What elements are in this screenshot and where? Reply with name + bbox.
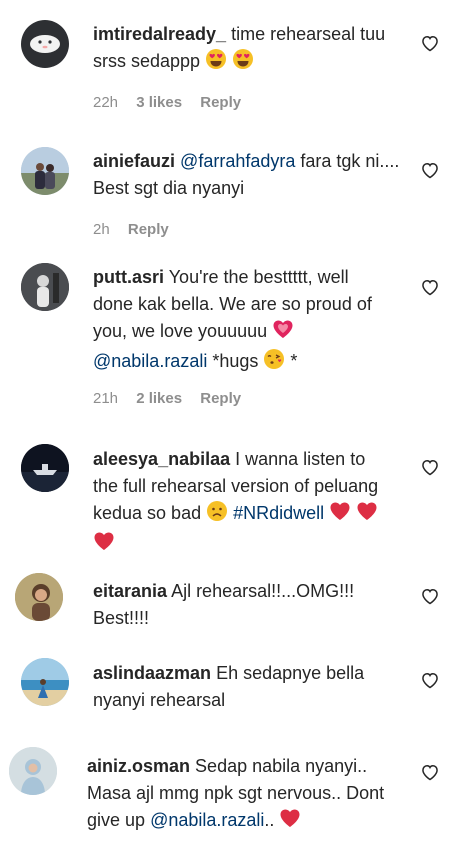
comment-time: 22h: [93, 94, 119, 111]
sad-face-emoji-icon: [206, 500, 228, 530]
like-heart-icon[interactable]: [420, 586, 440, 606]
avatar[interactable]: [21, 444, 69, 492]
comment-item: ainiefauzi @farrahfadyra fara tgk ni....…: [0, 130, 472, 250]
comment-item: ainiz.osman Sedap nabila nyanyi.. Masa a…: [0, 740, 472, 852]
like-heart-icon[interactable]: [420, 33, 440, 53]
avatar[interactable]: [21, 658, 69, 706]
like-heart-icon[interactable]: [420, 670, 440, 690]
comment-body: aleesya_nabilaa I wanna listen to the fu…: [93, 446, 393, 560]
comment-time: 2h: [93, 221, 110, 238]
comment-username[interactable]: ainiefauzi: [93, 151, 175, 171]
portrait-avatar-icon: [21, 263, 69, 311]
comment-mention[interactable]: @nabila.razali: [150, 810, 264, 830]
comment-username[interactable]: ainiz.osman: [87, 756, 190, 776]
reply-button[interactable]: Reply: [200, 94, 241, 111]
red-heart-emoji-icon: [356, 500, 378, 530]
comment-meta: 2h Reply: [93, 221, 183, 238]
comment-item: aleesya_nabilaa I wanna listen to the fu…: [0, 430, 472, 560]
ghost-avatar-icon: [30, 35, 60, 53]
girl-avatar-icon: [15, 573, 63, 621]
comment-mention[interactable]: @nabila.razali: [93, 351, 207, 371]
kissing-face-emoji-icon: [263, 348, 285, 378]
heart-eyes-emoji-icon: [205, 48, 227, 78]
avatar[interactable]: [21, 20, 69, 68]
comment-body: putt.asri You're the besttttt, well done…: [93, 264, 393, 378]
comment-text: *hugs: [212, 351, 259, 371]
hijab-avatar-icon: [9, 747, 57, 795]
avatar[interactable]: [21, 263, 69, 311]
comment-likes[interactable]: 2 likes: [136, 390, 182, 407]
boat-avatar-icon: [21, 444, 69, 492]
couple-avatar-icon: [21, 147, 69, 195]
comment-likes[interactable]: 3 likes: [136, 94, 182, 111]
like-heart-icon[interactable]: [420, 457, 440, 477]
avatar[interactable]: [21, 147, 69, 195]
reply-button[interactable]: Reply: [128, 221, 169, 238]
comment-item: aslindaazman Eh sedapnye bella nyanyi re…: [0, 650, 472, 740]
growing-heart-emoji-icon: [272, 318, 294, 348]
comment-text: *: [290, 351, 298, 371]
avatar[interactable]: [9, 747, 57, 795]
red-heart-emoji-icon: [329, 500, 351, 530]
like-heart-icon[interactable]: [420, 160, 440, 180]
comment-item: eitarania Ajl rehearsal!!...OMG!!! Best!…: [0, 560, 472, 650]
comment-username[interactable]: aleesya_nabilaa: [93, 449, 230, 469]
like-heart-icon[interactable]: [420, 277, 440, 297]
comment-username[interactable]: putt.asri: [93, 267, 164, 287]
comment-mention[interactable]: @farrahfadyra: [180, 151, 295, 171]
comment-username[interactable]: imtiredalready_: [93, 24, 226, 44]
comment-username[interactable]: aslindaazman: [93, 663, 211, 683]
comment-body: ainiefauzi @farrahfadyra fara tgk ni....…: [93, 148, 413, 202]
comment-text: ..: [264, 810, 275, 830]
comment-username[interactable]: eitarania: [93, 581, 167, 601]
red-heart-emoji-icon: [279, 807, 301, 837]
comment-hashtag[interactable]: #NRdidwell: [233, 503, 324, 523]
comment-body: aslindaazman Eh sedapnye bella nyanyi re…: [93, 660, 413, 714]
comment-body: imtiredalready_ time rehearseal tuu srss…: [93, 21, 413, 78]
red-heart-emoji-icon: [93, 530, 115, 560]
comment-body: eitarania Ajl rehearsal!!...OMG!!! Best!…: [93, 578, 413, 632]
like-heart-icon[interactable]: [420, 762, 440, 782]
comment-item: imtiredalready_ time rehearseal tuu srss…: [0, 0, 472, 130]
heart-eyes-emoji-icon: [232, 48, 254, 78]
comment-item: putt.asri You're the besttttt, well done…: [0, 250, 472, 430]
avatar[interactable]: [15, 573, 63, 621]
comment-meta: 21h 2 likes Reply: [93, 390, 255, 407]
comment-body: ainiz.osman Sedap nabila nyanyi.. Masa a…: [87, 753, 407, 837]
reply-button[interactable]: Reply: [200, 390, 241, 407]
beach-avatar-icon: [21, 658, 69, 706]
comment-meta: 22h 3 likes Reply: [93, 94, 255, 111]
comment-time: 21h: [93, 390, 119, 407]
